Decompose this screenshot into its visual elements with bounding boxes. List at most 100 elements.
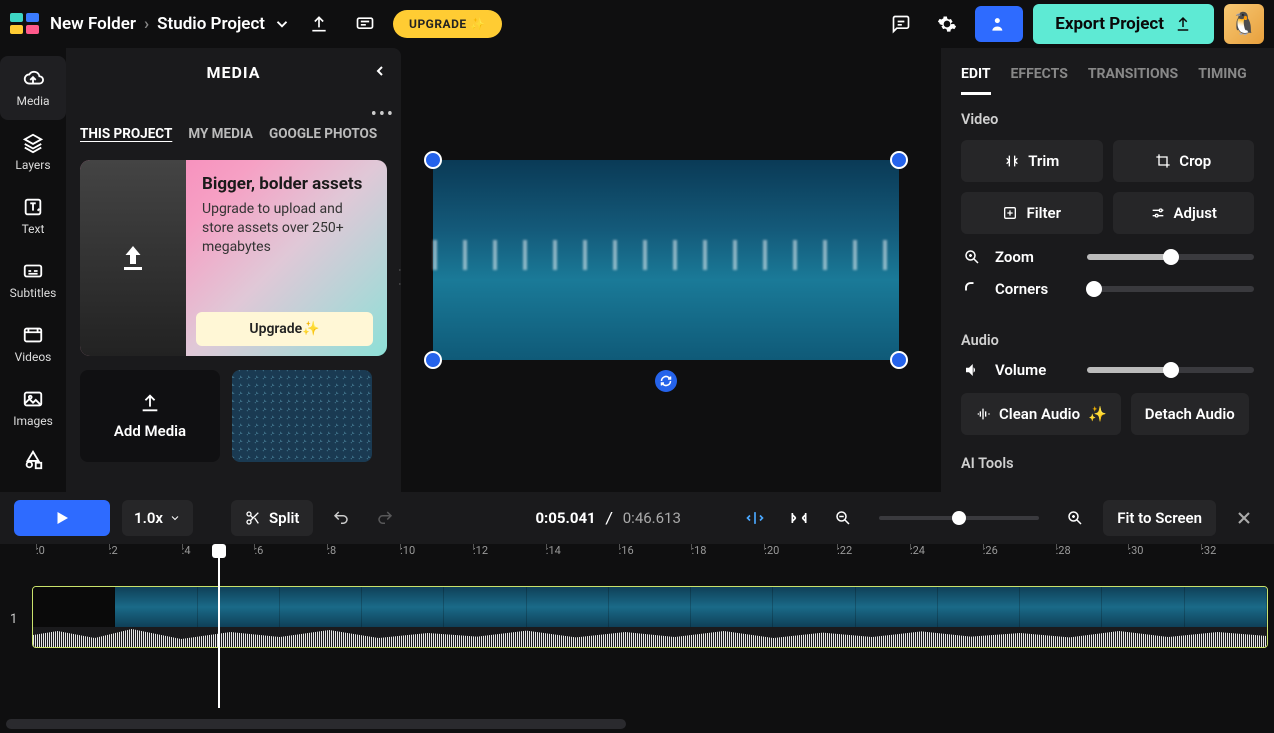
- rail-subtitles[interactable]: Subtitles: [0, 248, 66, 312]
- trim-edges-button[interactable]: [783, 502, 815, 534]
- upload-icon: [115, 240, 151, 276]
- add-media-button[interactable]: Add Media: [80, 370, 220, 462]
- ruler-tick: :8: [327, 544, 400, 568]
- resize-handle-tr[interactable]: [890, 151, 908, 169]
- play-icon: [53, 509, 71, 527]
- ruler-tick: :24: [910, 544, 983, 568]
- breadcrumb-sep: ›: [144, 14, 149, 34]
- breadcrumb-project: Studio Project: [157, 14, 265, 34]
- video-section-heading: Video: [961, 111, 1254, 128]
- tab-my-media[interactable]: MY MEDIA: [188, 126, 253, 146]
- rail-media[interactable]: Media: [0, 56, 66, 120]
- ruler-tick: :12: [473, 544, 546, 568]
- filter-icon: [1002, 205, 1018, 221]
- app-logo[interactable]: [10, 13, 40, 35]
- export-icon: [1174, 15, 1192, 33]
- track-number: 1: [10, 612, 17, 627]
- ruler-tick: :26: [983, 544, 1056, 568]
- export-button[interactable]: Export Project: [1033, 4, 1214, 44]
- media-clip-thumbnail[interactable]: [232, 370, 372, 462]
- invite-button[interactable]: [975, 6, 1023, 42]
- scissors-icon: [245, 510, 261, 526]
- ruler-tick: :32: [1201, 544, 1274, 568]
- trim-icon: [1004, 153, 1020, 169]
- ruler-tick: :10: [400, 544, 473, 568]
- zoom-in-icon: [961, 248, 983, 266]
- close-timeline-button[interactable]: [1228, 502, 1260, 534]
- trim-button[interactable]: Trim: [961, 140, 1103, 182]
- waveform-icon: [975, 406, 991, 422]
- detach-audio-button[interactable]: Detach Audio: [1131, 393, 1249, 435]
- cloud-upload-icon: [22, 68, 44, 90]
- chevron-down-icon: [169, 512, 181, 524]
- crop-button[interactable]: Crop: [1113, 140, 1255, 182]
- adjust-button[interactable]: Adjust: [1113, 192, 1255, 234]
- subtitles-icon: [22, 260, 44, 282]
- rail-layers[interactable]: Layers: [0, 120, 66, 184]
- time-display: 0:05.041 / 0:46.613: [535, 509, 680, 527]
- tab-google-photos[interactable]: GOOGLE PHOTOS: [269, 126, 377, 146]
- ruler-tick: :16: [619, 544, 692, 568]
- promo-heading: Bigger, bolder assets: [202, 174, 371, 194]
- upgrade-button[interactable]: UPGRADE ✨: [393, 10, 502, 38]
- chevron-down-icon[interactable]: [273, 15, 291, 33]
- fit-to-screen-button[interactable]: Fit to Screen: [1103, 500, 1216, 536]
- panel-title: MEDIA: [207, 63, 261, 82]
- speed-selector[interactable]: 1.0x: [122, 500, 193, 536]
- gear-icon[interactable]: [929, 6, 965, 42]
- zoom-slider[interactable]: [1087, 254, 1254, 260]
- video-icon: [22, 324, 44, 346]
- redo-button[interactable]: [369, 502, 401, 534]
- rail-shapes[interactable]: [0, 440, 66, 480]
- image-icon: [22, 388, 44, 410]
- comment-icon[interactable]: [347, 6, 383, 42]
- rail-videos[interactable]: Videos: [0, 312, 66, 376]
- zoom-label: Zoom: [995, 248, 1075, 266]
- feedback-icon[interactable]: [883, 6, 919, 42]
- promo-image: [80, 160, 186, 356]
- rail-text[interactable]: Text: [0, 184, 66, 248]
- collapse-panel-button[interactable]: [367, 58, 393, 84]
- more-icon[interactable]: •••: [371, 104, 395, 125]
- crop-icon: [1155, 153, 1171, 169]
- ai-section-heading: AI Tools: [961, 455, 1254, 472]
- corners-slider[interactable]: [1087, 286, 1254, 292]
- volume-icon: [961, 361, 983, 379]
- ruler-tick: :6: [254, 544, 327, 568]
- resize-handle-tl[interactable]: [424, 151, 442, 169]
- zoom-out-button[interactable]: [827, 502, 859, 534]
- timeline-scrollbar[interactable]: [6, 719, 626, 729]
- breadcrumb[interactable]: New Folder › Studio Project: [50, 14, 291, 34]
- resize-handle-br[interactable]: [890, 351, 908, 369]
- zoom-in-button[interactable]: [1059, 502, 1091, 534]
- promo-body-text: Upgrade to upload and store assets over …: [202, 200, 371, 257]
- filter-button[interactable]: Filter: [961, 192, 1103, 234]
- undo-button[interactable]: [325, 502, 357, 534]
- resize-handle-bl[interactable]: [424, 351, 442, 369]
- tab-effects[interactable]: EFFECTS: [1011, 66, 1068, 95]
- breadcrumb-folder: New Folder: [50, 14, 136, 34]
- tab-this-project[interactable]: THIS PROJECT: [80, 126, 172, 146]
- upload-icon[interactable]: [301, 6, 337, 42]
- clean-audio-button[interactable]: Clean Audio ✨: [961, 393, 1121, 435]
- canvas-clip[interactable]: [433, 160, 899, 360]
- audio-section-heading: Audio: [961, 332, 1254, 349]
- rail-images[interactable]: Images: [0, 376, 66, 440]
- volume-label: Volume: [995, 361, 1075, 379]
- play-button[interactable]: [14, 500, 110, 536]
- avatar[interactable]: 🐧: [1224, 4, 1264, 44]
- split-button[interactable]: Split: [231, 500, 313, 536]
- timeline-ruler[interactable]: :0:2:4:6:8:10:12:14:16:18:20:22:24:26:28…: [0, 544, 1274, 568]
- ruler-tick: :2: [109, 544, 182, 568]
- playhead[interactable]: [218, 544, 220, 708]
- promo-upgrade-button[interactable]: Upgrade ✨: [196, 312, 373, 346]
- timeline-zoom-slider[interactable]: [879, 516, 1039, 520]
- tab-transitions[interactable]: TRANSITIONS: [1088, 66, 1178, 95]
- volume-slider[interactable]: [1087, 367, 1254, 373]
- tab-timing[interactable]: TIMING: [1198, 66, 1247, 95]
- tab-edit[interactable]: EDIT: [961, 66, 991, 95]
- ruler-tick: :14: [546, 544, 619, 568]
- shapes-icon: [22, 449, 44, 471]
- snap-button[interactable]: [739, 502, 771, 534]
- rotate-handle[interactable]: [655, 370, 677, 392]
